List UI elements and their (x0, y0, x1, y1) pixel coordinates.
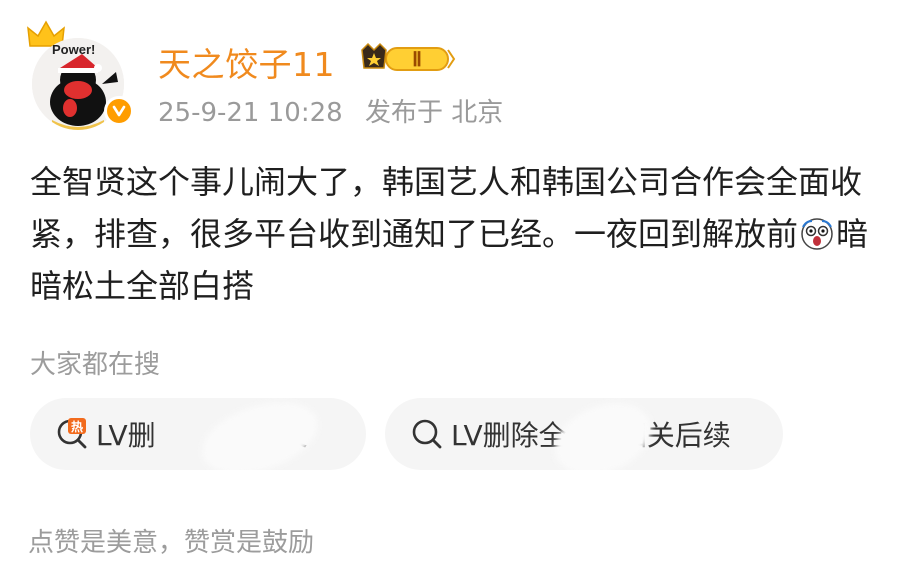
reward-note: 点赞是美意，赞赏是鼓励 (28, 528, 315, 558)
post-meta: 25-9-21 10:28 发布于 北京 (158, 92, 517, 129)
shocked-emoji-icon (801, 218, 833, 250)
chip-text: LV删除全 (451, 419, 567, 452)
post-header: Power! 天之饺子11 Ⅱ 25-9-21 10:28 发布于 北京 (26, 20, 886, 130)
blur-smudge (544, 398, 662, 470)
post-body: 全智贤这个事儿闹大了，韩国艺人和韩国公司合作会全面收紧，排查，很多平台收到通知了… (30, 156, 890, 312)
level-badge-icon[interactable]: Ⅱ (360, 42, 456, 74)
verified-badge-icon (104, 96, 134, 126)
post-location: 发布于 北京 (364, 98, 504, 128)
level-badge-text: Ⅱ (412, 49, 422, 71)
search-icon (412, 419, 442, 449)
hot-search-icon: 热 (57, 418, 87, 449)
username[interactable]: 天之饺子11 (158, 38, 335, 86)
blur-smudge (193, 398, 327, 470)
avatar[interactable]: Power! (26, 20, 136, 130)
trending-chip[interactable]: LV删除全 相关后续 (385, 398, 783, 470)
post-body-text: 全智贤这个事儿闹大了，韩国艺人和韩国公司合作会全面收紧，排查，很多平台收到通知了… (30, 163, 863, 253)
trending-chip[interactable]: 热 LV删 相关 (30, 398, 366, 470)
avatar-caption: Power! (52, 42, 96, 57)
svg-text:热: 热 (71, 419, 83, 434)
trending-title: 大家都在搜 (30, 350, 161, 380)
post-timestamp: 25-9-21 10:28 (158, 98, 343, 128)
chip-text: LV删 (96, 419, 156, 452)
